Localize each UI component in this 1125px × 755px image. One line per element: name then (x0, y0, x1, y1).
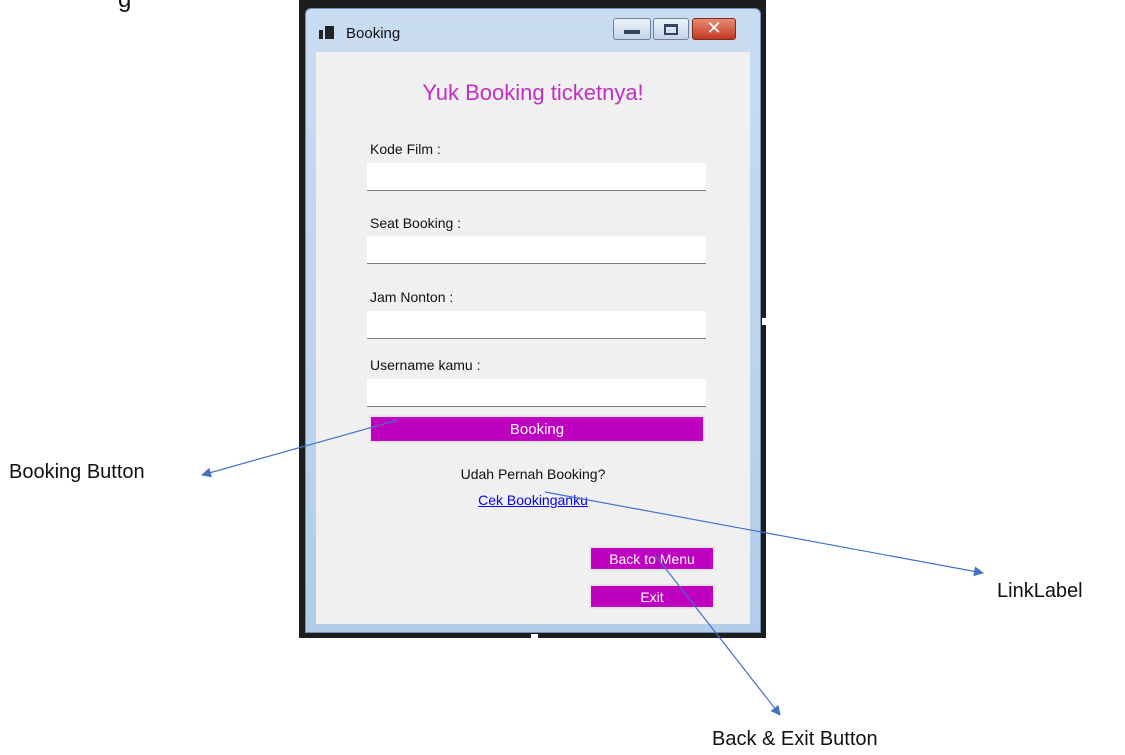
linklabel-arrow (544, 491, 984, 577)
linklabel-annotation: LinkLabel (997, 580, 1083, 602)
booking-button-annotation: Booking Button (9, 461, 145, 483)
back-exit-arrow (654, 554, 781, 716)
back-exit-annotation: Back & Exit Button (712, 728, 878, 750)
booking-button-arrow (201, 419, 399, 478)
annotation-arrows (201, 419, 984, 716)
